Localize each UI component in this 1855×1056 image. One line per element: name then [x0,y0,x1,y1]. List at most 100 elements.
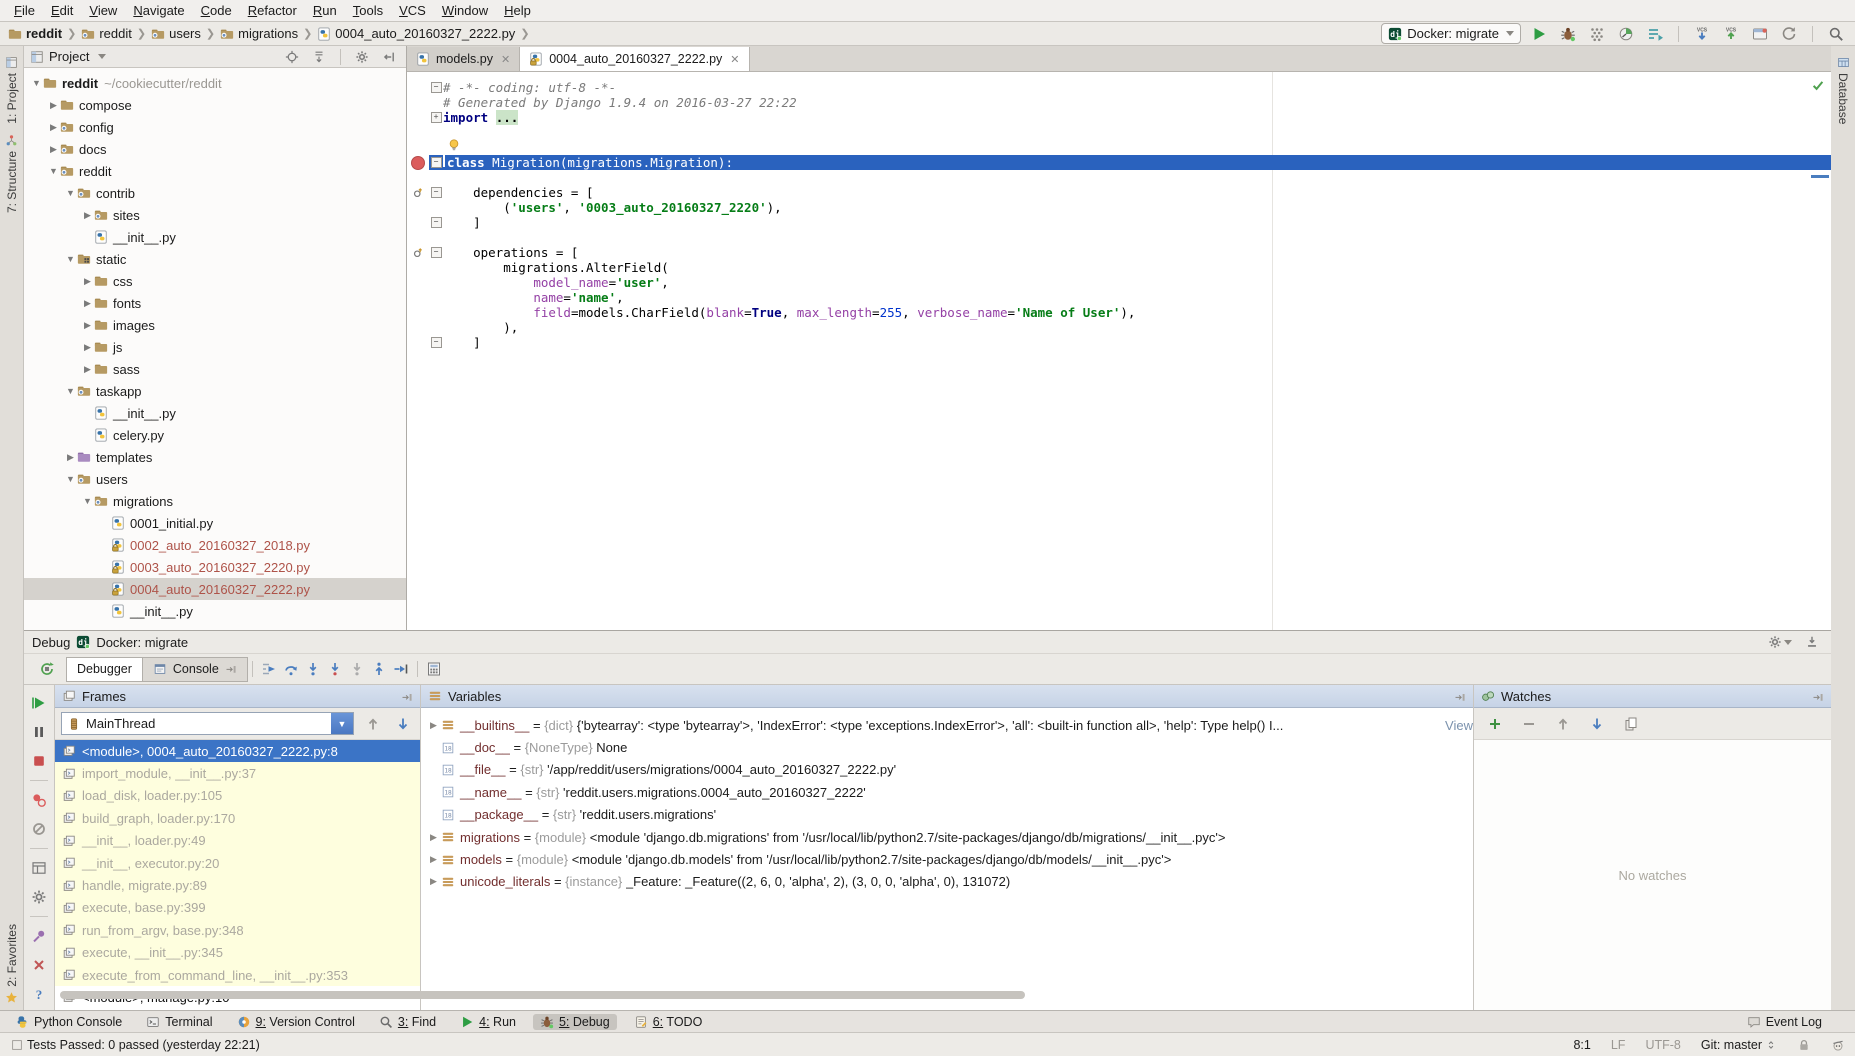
gear-button[interactable] [1769,632,1791,652]
toolwindow-button-3-find[interactable]: 3: Find [372,1014,443,1030]
fold-cell[interactable]: − [429,80,443,95]
thread-dropdown-button[interactable]: ▼ [331,713,353,734]
fold-cell[interactable] [429,260,443,275]
menu-navigate[interactable]: Navigate [125,1,192,20]
tree-row-reddit[interactable]: ▼reddit~/cookiecutter/reddit [24,72,406,94]
tree-row-0003-auto-20160327-2220-py[interactable]: 0003_auto_20160327_2220.py [24,556,406,578]
code-line-9[interactable]: ('users', '0003_auto_20160327_2220'), [407,200,1831,215]
menu-tools[interactable]: Tools [345,1,391,20]
tree-row-0001-initial-py[interactable]: 0001_initial.py [24,512,406,534]
force-step-into-button[interactable] [324,659,346,679]
gear-button[interactable] [351,47,373,67]
fold-cell[interactable] [429,305,443,320]
frame-row[interactable]: execute, __init__.py:345 [55,942,420,964]
tree-row-celery-py[interactable]: celery.py [24,424,406,446]
evaluate-button[interactable] [423,659,445,679]
code-line-18[interactable]: − ] [407,335,1831,350]
float-panel-icon[interactable] [1454,689,1466,704]
code-line-14[interactable]: model_name='user', [407,275,1831,290]
coverage-button[interactable] [1586,24,1608,44]
chevron-collapsed-icon[interactable]: ▶ [81,298,94,309]
code-line-8[interactable]: − dependencies = [ [407,185,1831,200]
vcs-update-button[interactable]: VCS [1691,24,1713,44]
intention-bulb-icon[interactable] [447,136,461,152]
tree-row-sass[interactable]: ▶sass [24,358,406,380]
tree-row-templates[interactable]: ▶templates [24,446,406,468]
fold-cell[interactable] [429,275,443,290]
watch-up-button[interactable] [1552,714,1574,734]
code-line-5[interactable] [407,140,1831,155]
chevron-collapsed-icon[interactable]: ▶ [81,276,94,287]
editor-tab-0004-auto-20160327-2222-py[interactable]: 0004_auto_20160327_2222.py✕ [520,47,749,71]
code-area[interactable]: −# -*- coding: utf-8 -*-# Generated by D… [407,72,1831,630]
run-config-selector[interactable]: djDocker: migrate [1381,23,1521,44]
frame-row[interactable]: import_module, __init__.py:37 [55,762,420,784]
status-widget-git-master[interactable]: Git: master [1701,1038,1777,1052]
toolwindow-button-1-project[interactable]: 1: Project [5,56,19,124]
chevron-collapsed-icon[interactable]: ▶ [47,122,60,133]
mute-breakpoints-button[interactable] [28,819,50,839]
tree-row-migrations[interactable]: ▼migrations [24,490,406,512]
frame-row[interactable]: execute_from_command_line, __init__.py:3… [55,964,420,986]
error-stripe-mark[interactable] [1811,175,1829,178]
tree-row-docs[interactable]: ▶docs [24,138,406,160]
float-panel-icon[interactable] [401,689,413,704]
tree-row-sites[interactable]: ▶sites [24,204,406,226]
fold-collapse-icon[interactable]: − [431,157,442,168]
watch-remove-button[interactable] [1518,714,1540,734]
fold-cell[interactable] [429,140,443,155]
toolwindow-button-9-version-control[interactable]: 9: Version Control [230,1014,362,1030]
show-execution-point-button[interactable] [258,659,280,679]
watch-down-button[interactable] [1586,714,1608,734]
menu-refactor[interactable]: Refactor [240,1,305,20]
toolwindow-button-2-favorites[interactable]: 2: Favorites [5,924,19,1004]
fold-cell[interactable]: + [429,110,443,125]
run-anything-button[interactable] [1644,24,1666,44]
fold-collapse-icon[interactable]: − [431,337,442,348]
frame-row[interactable]: <module>, 0004_auto_20160327_2222.py:8 [55,740,420,762]
expand-arrow-icon[interactable]: ▶ [426,832,441,843]
toolwindow-button-event-log[interactable]: Event Log [1740,1014,1829,1030]
fold-cell[interactable]: − [429,335,443,350]
code-line-17[interactable]: ), [407,320,1831,335]
variable-row-package[interactable]: 18__package__ = {str} 'reddit.users.migr… [421,804,1473,826]
chevron-expanded-icon[interactable]: ▼ [30,78,43,88]
step-out-button[interactable] [368,659,390,679]
fold-cell[interactable] [429,170,443,185]
menu-edit[interactable]: Edit [43,1,81,20]
frames-up-button[interactable] [362,714,384,734]
editor-tab-models-py[interactable]: models.py✕ [407,47,520,71]
expand-arrow-icon[interactable]: ▶ [426,876,441,887]
settings-button[interactable] [28,887,50,907]
minimize-button[interactable] [1801,632,1823,652]
fold-cell[interactable]: − [429,245,443,260]
debug-tab-debugger[interactable]: Debugger [66,657,143,682]
close-button[interactable] [28,955,50,975]
resume-button[interactable] [28,693,50,713]
chevron-expanded-icon[interactable]: ▼ [64,474,77,484]
toolwindow-button-4-run[interactable]: 4: Run [453,1014,523,1030]
step-into-button[interactable] [302,659,324,679]
chevron-collapsed-icon[interactable]: ▶ [47,144,60,155]
code-line-3[interactable]: +import ... [407,110,1831,125]
breadcrumb-0004-auto-20160327-2222-py[interactable]: 0004_auto_20160327_2222.py [317,26,515,41]
expand-arrow-icon[interactable]: ▶ [426,854,441,865]
smart-step-into-button[interactable] [346,659,368,679]
toolwindow-button-database[interactable]: Database [1836,56,1850,124]
menu-code[interactable]: Code [193,1,240,20]
chevron-expanded-icon[interactable]: ▼ [64,188,77,198]
fold-cell[interactable] [429,320,443,335]
fold-cell[interactable] [429,200,443,215]
tree-row-reddit[interactable]: ▼reddit [24,160,406,182]
hide-button[interactable] [378,47,400,67]
toolwindow-button-terminal[interactable]: Terminal [139,1014,219,1030]
code-line-6[interactable]: −class Migration(migrations.Migration): [407,155,1831,170]
frame-row[interactable]: execute, base.py:399 [55,897,420,919]
fold-cell[interactable]: − [429,215,443,230]
menu-window[interactable]: Window [434,1,496,20]
pin-button[interactable] [28,926,50,946]
status-widget-lf[interactable]: LF [1611,1038,1626,1052]
variable-row-unicode-literals[interactable]: ▶unicode_literals = {instance} _Feature:… [421,871,1473,893]
breakpoint-icon[interactable] [411,156,425,170]
code-line-12[interactable]: − operations = [ [407,245,1831,260]
